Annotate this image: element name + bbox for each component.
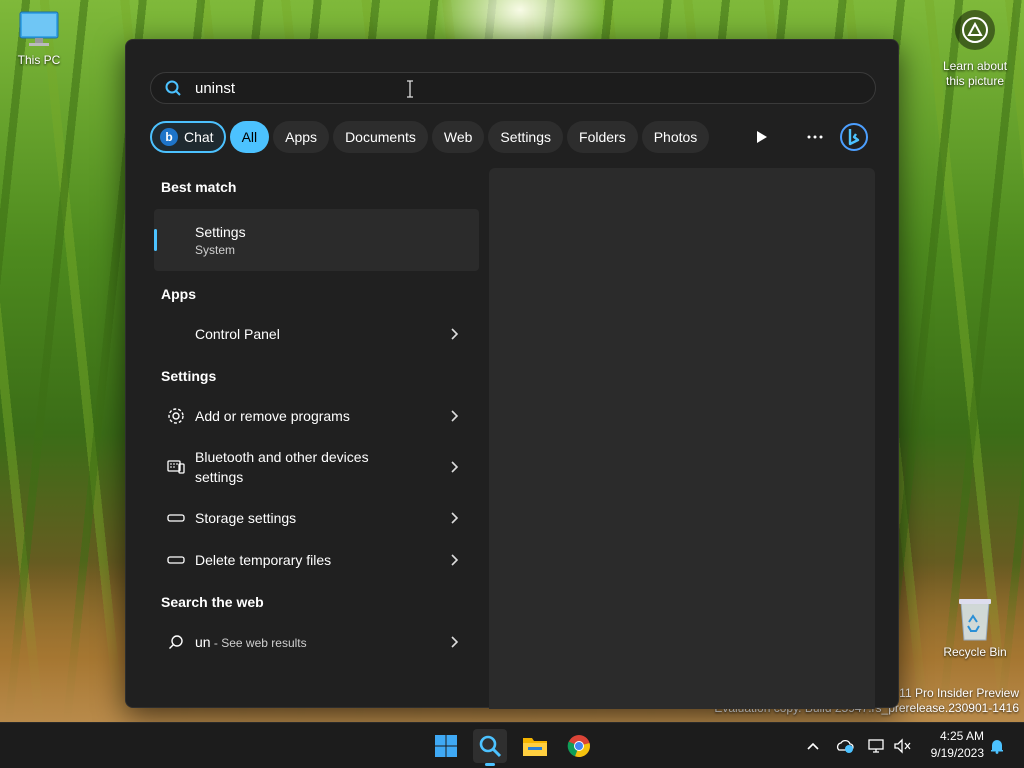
result-bluetooth-devices[interactable]: Bluetooth and other devices settings (154, 438, 479, 496)
clock[interactable]: 4:25 AM 9/19/2023 (914, 728, 984, 762)
chevron-right-icon (451, 328, 459, 340)
desktop-icon-this-pc[interactable]: This PC (14, 10, 64, 67)
show-hidden-icons-button[interactable] (803, 736, 823, 756)
search-filter-bar: b Chat All Apps Documents Web Settings F… (150, 121, 713, 153)
windows-logo-icon (435, 735, 457, 757)
best-match-title: Settings (195, 224, 246, 240)
web-results-suffix: - See web results (210, 636, 307, 650)
bing-logo-icon (840, 123, 868, 151)
result-preview-pane (489, 168, 875, 709)
network-tray-button[interactable] (866, 736, 886, 756)
filter-settings[interactable]: Settings (488, 121, 564, 153)
taskbar: 4:25 AM 9/19/2023 (0, 722, 1024, 768)
filter-apps-label: Apps (285, 129, 318, 145)
cloud-info-icon (836, 739, 854, 753)
monitor-icon (19, 11, 59, 46)
filter-folders[interactable]: Folders (567, 121, 638, 153)
filter-web[interactable]: Web (431, 121, 485, 153)
web-query-text: un (195, 634, 211, 650)
learn-about-picture-label[interactable]: Learn about this picture (930, 59, 1020, 89)
delete-temp-files-label: Delete temporary files (195, 552, 332, 568)
clock-time: 4:25 AM (939, 729, 984, 743)
network-icon (868, 739, 884, 753)
search-flyout: b Chat All Apps Documents Web Settings F… (125, 39, 899, 709)
more-filters-play-button[interactable] (746, 121, 778, 153)
search-input[interactable] (193, 78, 797, 98)
onedrive-tray-button[interactable] (835, 736, 855, 756)
best-match-subtitle: System (195, 243, 236, 257)
filter-apps[interactable]: Apps (273, 121, 330, 153)
recycle-bin-icon (959, 599, 991, 641)
taskbar-search-button[interactable] (473, 729, 507, 766)
chevron-right-icon (451, 410, 459, 422)
desktop-icon-recycle-bin[interactable]: Recycle Bin (940, 596, 1010, 659)
storage-drive-icon (166, 550, 186, 570)
bell-icon (991, 740, 1003, 754)
gear-icon (166, 406, 186, 426)
result-web-search[interactable]: un - See web results (154, 622, 479, 662)
filter-all-label: All (241, 129, 258, 145)
chrome-icon (567, 735, 590, 758)
clock-date: 9/19/2023 (930, 746, 984, 760)
learn-line-2: this picture (945, 74, 1005, 88)
apps-heading: Apps (161, 286, 196, 302)
filter-documents[interactable]: Documents (333, 121, 428, 153)
result-delete-temp-files[interactable]: Delete temporary files (154, 540, 479, 580)
file-explorer-button[interactable] (518, 729, 552, 763)
bing-icon: b (160, 128, 178, 146)
chevron-right-icon (451, 461, 459, 473)
devices-icon (166, 457, 186, 477)
result-control-panel[interactable]: Control Panel (154, 314, 479, 354)
recycle-bin-label: Recycle Bin (943, 645, 1007, 659)
chevron-up-icon (807, 742, 819, 750)
filter-web-label: Web (443, 129, 473, 145)
filter-photos-label: Photos (653, 129, 698, 145)
play-icon (757, 131, 767, 143)
chevron-right-icon (451, 512, 459, 524)
search-web-heading: Search the web (161, 594, 264, 610)
settings-app-icon (166, 230, 186, 250)
folder-icon (523, 738, 547, 756)
volume-muted-icon (894, 738, 911, 754)
storage-drive-icon (166, 508, 186, 528)
chevron-right-icon (451, 636, 459, 648)
active-indicator (485, 763, 495, 766)
chevron-right-icon (451, 554, 459, 566)
search-icon (479, 735, 502, 758)
search-box[interactable] (150, 72, 876, 104)
settings-heading: Settings (161, 368, 217, 384)
filter-folders-label: Folders (579, 129, 626, 145)
bing-button[interactable] (838, 121, 870, 153)
filter-chat-label: Chat (184, 129, 214, 145)
result-storage-settings[interactable]: Storage settings (154, 498, 479, 538)
filter-chat[interactable]: b Chat (150, 121, 226, 153)
best-match-settings[interactable]: Settings System (154, 209, 479, 271)
filter-photos[interactable]: Photos (641, 121, 710, 153)
notifications-button[interactable] (987, 736, 1007, 756)
ellipsis-icon (807, 135, 823, 139)
chrome-button[interactable] (562, 729, 596, 763)
filter-documents-label: Documents (345, 129, 416, 145)
filter-settings-label: Settings (500, 129, 552, 145)
learn-line-1: Learn about (942, 59, 1008, 73)
bluetooth-label-line-2: settings (195, 469, 244, 485)
bluetooth-label-line-1: Bluetooth and other devices (195, 449, 369, 465)
best-match-heading: Best match (161, 179, 237, 195)
selection-indicator (154, 229, 157, 251)
start-button[interactable] (429, 729, 463, 763)
more-options-button[interactable] (799, 121, 831, 153)
control-panel-icon (166, 324, 186, 344)
volume-tray-button[interactable] (892, 736, 912, 756)
control-panel-label: Control Panel (195, 326, 280, 342)
filter-all[interactable]: All (229, 121, 270, 153)
add-remove-programs-label: Add or remove programs (195, 408, 350, 424)
result-add-remove-programs[interactable]: Add or remove programs (154, 396, 479, 436)
storage-settings-label: Storage settings (195, 510, 297, 526)
learn-about-picture-button[interactable] (955, 10, 995, 50)
this-pc-label: This PC (17, 53, 61, 67)
search-icon (166, 632, 186, 652)
search-icon (165, 79, 183, 97)
text-cursor-icon (407, 80, 413, 98)
camera-aperture-icon (962, 17, 988, 43)
